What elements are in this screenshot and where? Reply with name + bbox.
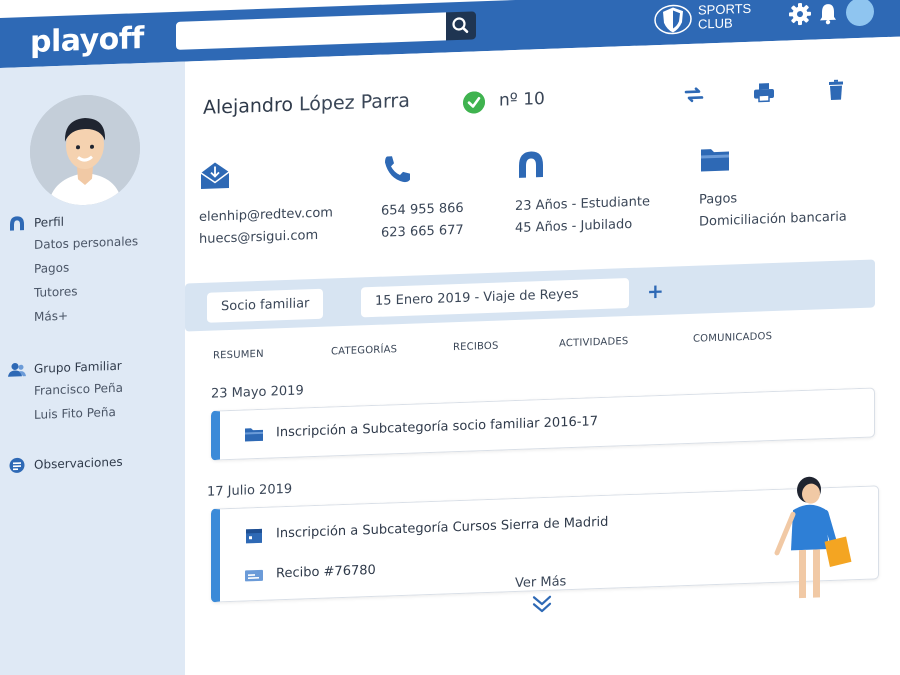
- sidebar-item-mas[interactable]: Más+: [8, 300, 178, 330]
- search-button[interactable]: [446, 11, 476, 41]
- club-line-2: CLUB: [698, 15, 733, 32]
- age-secondary: 45 Años - Jubilado: [515, 216, 633, 237]
- tab-categorias[interactable]: CATEGORÍAS: [331, 344, 397, 357]
- timeline-entry[interactable]: Inscripción a Subcategoría socio familia…: [245, 411, 598, 444]
- swap-icon: [684, 87, 704, 103]
- event-chip[interactable]: 15 Enero 2019 - Viaje de Reyes: [361, 278, 629, 318]
- tab-recibos[interactable]: RECIBOS: [453, 341, 499, 354]
- user-avatar-button[interactable]: [846, 0, 874, 27]
- sidebar: Perfil Datos personales Pagos Tutores Má…: [0, 61, 185, 675]
- payments-method: Domiciliación bancaria: [699, 209, 847, 230]
- tab-comunicados[interactable]: COMUNICADOS: [693, 331, 772, 345]
- folder-icon: [245, 428, 263, 442]
- page-title: Alejandro López Parra: [203, 90, 410, 119]
- print-button[interactable]: [753, 81, 775, 104]
- print-icon: [754, 83, 774, 103]
- sidebar-group-observaciones: Observaciones: [8, 450, 178, 476]
- sidebar-group-perfil: Perfil Datos personales Pagos Tutores Má…: [8, 208, 178, 330]
- top-actions: [788, 0, 888, 30]
- chevron-down-icon[interactable]: [531, 595, 553, 614]
- timeline-entry[interactable]: Inscripción a Subcategoría Cursos Sierra…: [246, 512, 609, 546]
- club-logo: SPORTS CLUB: [654, 0, 764, 37]
- app-panel: playoff SPORTS CLUB Perfil Datos persona…: [0, 0, 900, 675]
- sidebar-item-label: Grupo Familiar: [34, 358, 122, 376]
- timeline-entry[interactable]: Recibo #76780: [245, 560, 376, 585]
- search-icon: [452, 17, 469, 33]
- info-column-age: 23 Años - Estudiante 45 Años - Jubilado: [515, 145, 650, 240]
- receipt-icon: [245, 569, 263, 582]
- swap-button[interactable]: [683, 83, 705, 106]
- phone-icon: [385, 156, 410, 183]
- timeline-entry-text: Inscripción a Subcategoría socio familia…: [276, 414, 598, 441]
- app-logo[interactable]: playoff: [30, 21, 144, 60]
- delete-button[interactable]: [825, 78, 847, 101]
- phone-primary: 654 955 866: [381, 200, 464, 219]
- timeline-entry-text: Inscripción a Subcategoría Cursos Sierra…: [276, 514, 609, 542]
- main-content: Alejandro López Parra nº 10 elenhip@redt…: [185, 36, 900, 675]
- sidebar-item-observaciones[interactable]: Observaciones: [8, 450, 178, 476]
- timeline-date: 23 Mayo 2019: [211, 383, 304, 402]
- profile-actions: [683, 78, 853, 108]
- member-number: nº 10: [499, 88, 545, 111]
- search-box: [176, 11, 476, 50]
- tab-actividades[interactable]: ACTIVIDADES: [559, 336, 628, 349]
- avatar-illustration: [30, 93, 140, 207]
- info-column-email: elenhip@redtev.com huecs@rsigui.com: [199, 156, 333, 251]
- email-secondary[interactable]: huecs@rsigui.com: [199, 224, 333, 251]
- add-button[interactable]: +: [647, 279, 664, 304]
- bell-icon[interactable]: [818, 1, 838, 26]
- tab-bar: RESUMEN CATEGORÍAS RECIBOS ACTIVIDADES C…: [213, 328, 853, 370]
- email-icon: [200, 162, 230, 189]
- folder-icon: [701, 149, 729, 172]
- phone-secondary: 623 665 677: [381, 222, 464, 241]
- trash-icon: [829, 79, 843, 100]
- avatar: [30, 93, 140, 207]
- timeline-date: 17 Julio 2019: [207, 481, 293, 500]
- info-column-phone: 654 955 866 623 665 677: [381, 152, 464, 245]
- user-first-name: Alejandro: [203, 93, 294, 119]
- sidebar-item-label: Perfil: [34, 214, 65, 230]
- app-window: playoff SPORTS CLUB Perfil Datos persona…: [0, 0, 900, 675]
- tab-resumen[interactable]: RESUMEN: [213, 349, 264, 362]
- timeline-card[interactable]: Inscripción a Subcategoría socio familia…: [211, 387, 875, 461]
- group-icon: [8, 362, 26, 377]
- family-bar: Socio familiar 15 Enero 2019 - Viaje de …: [185, 259, 875, 332]
- socio-familiar-chip[interactable]: Socio familiar: [207, 288, 324, 323]
- club-name: SPORTS CLUB: [698, 1, 751, 32]
- search-input[interactable]: [176, 12, 446, 50]
- comment-icon: [9, 457, 25, 473]
- sidebar-item-luis-fito-pena[interactable]: Luis Fito Peña: [8, 398, 178, 428]
- user-last-name: López Parra: [293, 89, 410, 116]
- ver-mas-link[interactable]: Ver Más: [515, 574, 566, 591]
- calendar-icon: [246, 528, 262, 544]
- sidebar-group-familiar: Grupo Familiar Francisco Peña Luis Fito …: [8, 354, 178, 428]
- shield-icon: [654, 4, 692, 35]
- info-column-payments: Pagos Domiciliación bancaria: [699, 138, 847, 233]
- person-illustration: [774, 476, 852, 599]
- person-icon: [519, 151, 543, 178]
- user-outline-icon: [10, 216, 24, 231]
- gear-icon[interactable]: [788, 2, 812, 27]
- check-icon: [463, 91, 485, 114]
- timeline-entry-text: Recibo #76780: [276, 562, 376, 582]
- sidebar-item-label: Observaciones: [34, 454, 123, 472]
